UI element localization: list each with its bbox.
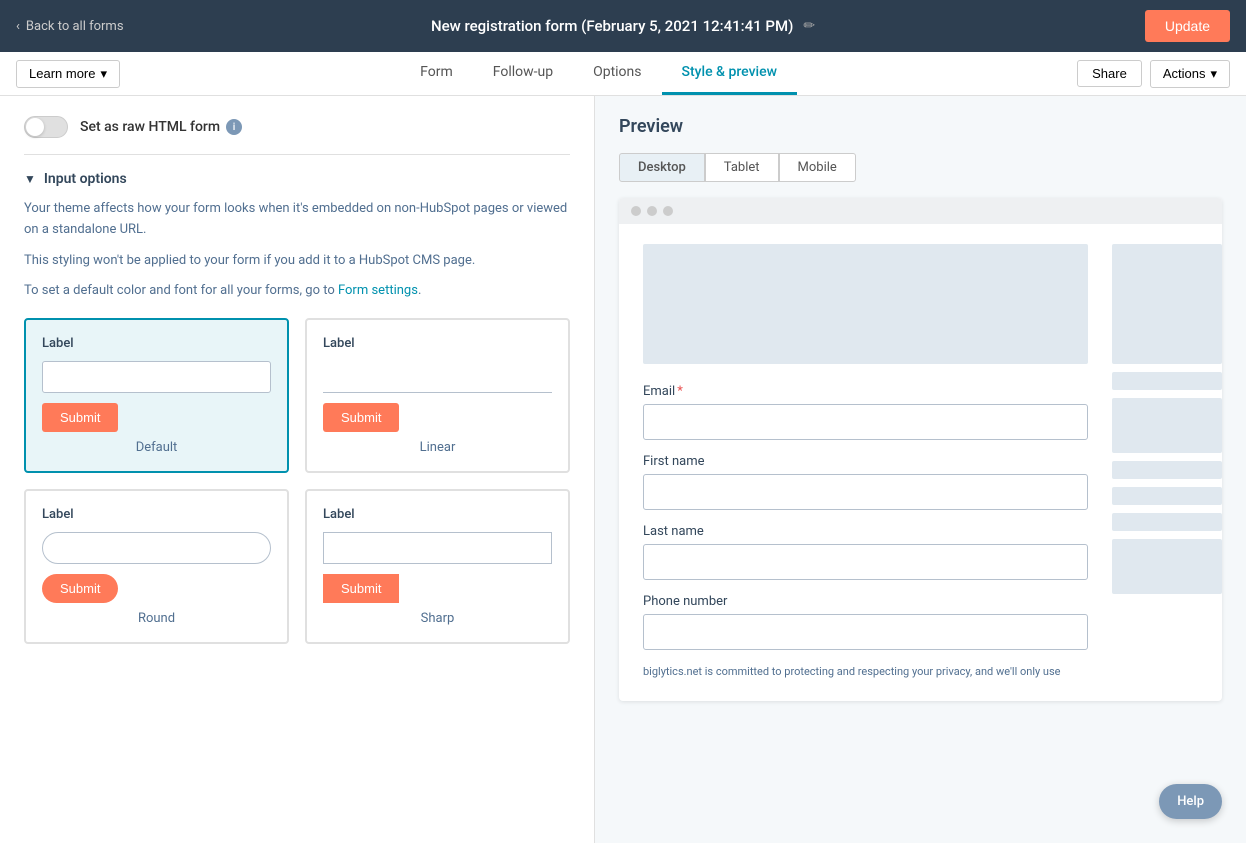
theme-sharp-label: Label: [323, 507, 552, 522]
theme-card-round[interactable]: Label Submit Round: [24, 489, 289, 644]
last-name-label: Last name: [643, 524, 1088, 539]
secondary-nav-right: Share Actions ▾: [1077, 60, 1230, 88]
right-sidebar-blocks: [1112, 224, 1222, 701]
theme-round-input: [42, 532, 271, 564]
theme-default-name: Default: [42, 440, 271, 455]
privacy-text: biglytics.net is committed to protecting…: [643, 664, 1088, 681]
dropdown-chevron-icon: ▾: [100, 66, 107, 82]
sidebar-block-6: [1112, 513, 1222, 531]
secondary-nav: Learn more ▾ Form Follow-up Options Styl…: [0, 52, 1246, 96]
description-3-suffix: .: [418, 283, 421, 298]
top-bar-center: New registration form (February 5, 2021 …: [431, 17, 815, 35]
right-panel: Preview Desktop Tablet Mobile Email: [595, 96, 1246, 843]
top-bar-right: Update: [1145, 10, 1230, 42]
preview-tab-tablet[interactable]: Tablet: [705, 153, 779, 182]
help-button[interactable]: Help: [1159, 784, 1222, 819]
update-button[interactable]: Update: [1145, 10, 1230, 42]
theme-card-default[interactable]: Label Submit Default: [24, 318, 289, 473]
theme-sharp-input: [323, 532, 552, 564]
tab-options[interactable]: Options: [573, 52, 661, 95]
form-field-last-name: Last name: [643, 524, 1088, 580]
first-name-label: First name: [643, 454, 1088, 469]
page-title: New registration form (February 5, 2021 …: [431, 17, 793, 35]
top-bar: ‹ Back to all forms New registration for…: [0, 0, 1246, 52]
raw-html-label-text: Set as raw HTML form: [80, 119, 220, 135]
theme-default-submit[interactable]: Submit: [42, 403, 118, 432]
browser-content: Email * First name: [619, 224, 1222, 701]
chevron-left-icon: ‹: [16, 19, 20, 34]
raw-html-row: Set as raw HTML form i: [24, 116, 570, 155]
learn-more-button[interactable]: Learn more ▾: [16, 60, 120, 88]
actions-button[interactable]: Actions ▾: [1150, 60, 1230, 88]
actions-label: Actions: [1163, 66, 1206, 81]
description-3: To set a default color and font for all …: [24, 281, 570, 302]
description-2: This styling won't be applied to your fo…: [24, 251, 570, 272]
preview-tabs: Desktop Tablet Mobile: [619, 153, 1222, 182]
email-label: Email *: [643, 384, 1088, 399]
theme-card-linear[interactable]: Label Submit Linear: [305, 318, 570, 473]
sidebar-block-3: [1112, 398, 1222, 453]
form-field-email: Email *: [643, 384, 1088, 440]
theme-round-name: Round: [42, 611, 271, 626]
theme-round-label: Label: [42, 507, 271, 522]
theme-linear-input: [323, 361, 552, 393]
theme-sharp-submit[interactable]: Submit: [323, 574, 399, 603]
sidebar-block-5: [1112, 487, 1222, 505]
raw-html-toggle[interactable]: [24, 116, 68, 138]
back-to-forms-link[interactable]: ‹ Back to all forms: [16, 19, 124, 34]
section-header: ▼ Input options: [24, 171, 570, 187]
form-preview-area: Email * First name: [619, 224, 1112, 701]
theme-linear-submit[interactable]: Submit: [323, 403, 399, 432]
description-3-prefix: To set a default color and font for all …: [24, 283, 338, 298]
sidebar-block-1: [1112, 244, 1222, 364]
theme-linear-name: Linear: [323, 440, 552, 455]
theme-card-sharp[interactable]: Label Submit Sharp: [305, 489, 570, 644]
nav-tabs: Form Follow-up Options Style & preview: [400, 52, 797, 95]
top-bar-left: ‹ Back to all forms: [16, 19, 124, 34]
raw-html-label: Set as raw HTML form i: [80, 119, 242, 135]
actions-chevron-icon: ▾: [1210, 66, 1217, 82]
back-label: Back to all forms: [26, 19, 124, 34]
required-star: *: [677, 384, 683, 399]
theme-sharp-name: Sharp: [323, 611, 552, 626]
preview-banner: [643, 244, 1088, 364]
theme-round-submit[interactable]: Submit: [42, 574, 118, 603]
browser-bar: [619, 198, 1222, 224]
description-1: Your theme affects how your form looks w…: [24, 199, 570, 241]
browser-dot-2: [647, 206, 657, 216]
form-settings-link[interactable]: Form settings: [338, 283, 418, 298]
phone-input[interactable]: [643, 614, 1088, 650]
theme-grid: Label Submit Default Label Submit Linear…: [24, 318, 570, 644]
left-panel: Set as raw HTML form i ▼ Input options Y…: [0, 96, 595, 843]
chevron-down-icon[interactable]: ▼: [24, 172, 36, 186]
last-name-input[interactable]: [643, 544, 1088, 580]
preview-tab-desktop[interactable]: Desktop: [619, 153, 705, 182]
email-input[interactable]: [643, 404, 1088, 440]
sidebar-block-2: [1112, 372, 1222, 390]
browser-mock: Email * First name: [619, 198, 1222, 701]
theme-default-input: [42, 361, 271, 393]
main-layout: Set as raw HTML form i ▼ Input options Y…: [0, 96, 1246, 843]
preview-tab-mobile[interactable]: Mobile: [779, 153, 856, 182]
browser-dot-3: [663, 206, 673, 216]
sidebar-block-7: [1112, 539, 1222, 594]
secondary-nav-left: Learn more ▾: [16, 60, 120, 88]
edit-icon[interactable]: ✏: [803, 18, 815, 34]
tab-form[interactable]: Form: [400, 52, 473, 95]
tab-follow-up[interactable]: Follow-up: [473, 52, 573, 95]
first-name-input[interactable]: [643, 474, 1088, 510]
preview-title: Preview: [619, 116, 1222, 137]
share-button[interactable]: Share: [1077, 60, 1142, 87]
tab-style-preview[interactable]: Style & preview: [662, 52, 798, 95]
theme-default-label: Label: [42, 336, 271, 351]
section-title: Input options: [44, 171, 127, 187]
form-field-phone: Phone number: [643, 594, 1088, 650]
browser-dot-1: [631, 206, 641, 216]
theme-linear-label: Label: [323, 336, 552, 351]
phone-label: Phone number: [643, 594, 1088, 609]
info-icon[interactable]: i: [226, 119, 242, 135]
form-field-first-name: First name: [643, 454, 1088, 510]
sidebar-block-4: [1112, 461, 1222, 479]
learn-more-label: Learn more: [29, 66, 95, 81]
